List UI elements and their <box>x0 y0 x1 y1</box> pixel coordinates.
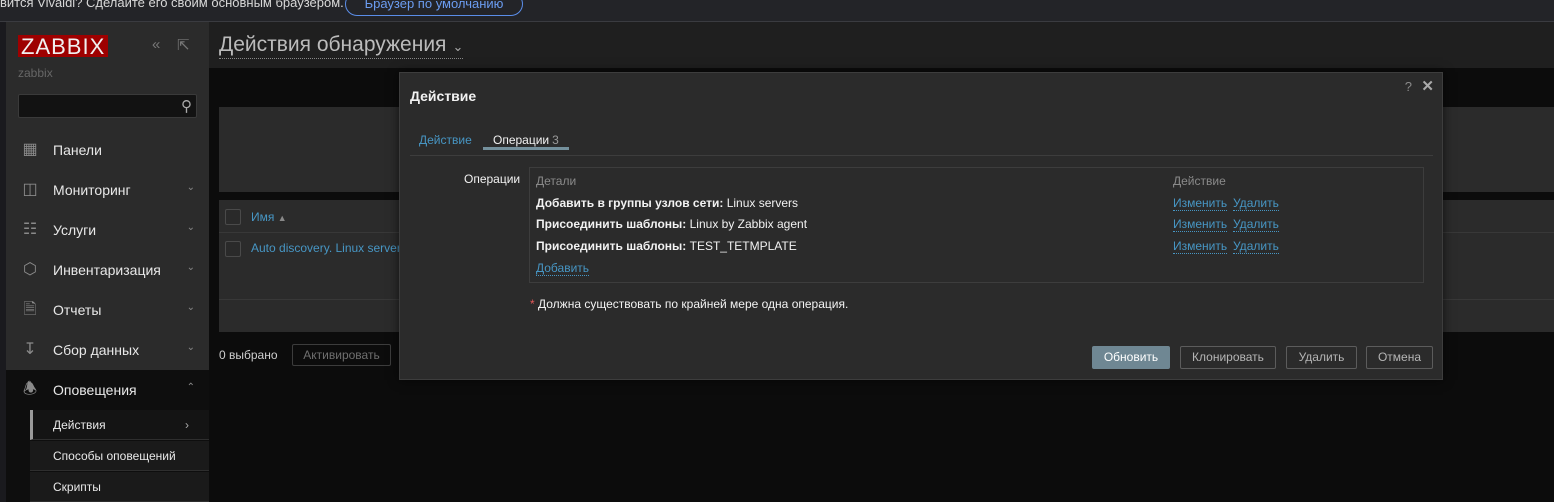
operations-label: Операции <box>464 172 521 186</box>
remove-operation-link[interactable]: Удалить <box>1233 240 1279 254</box>
chevron-up-icon: ⌃ <box>186 382 195 393</box>
sidebar-subitem-scripts[interactable]: Скрипты <box>30 472 209 502</box>
operation-type: Присоединить шаблоны: <box>536 239 687 253</box>
column-header-name[interactable]: Имя ▲ <box>251 210 287 224</box>
action-dialog: Действие ? ✕ Действие Операции 3 Операции… <box>399 72 1443 380</box>
edit-operation-link[interactable]: Изменить <box>1173 240 1228 254</box>
page-title[interactable]: Действия обнаружения ⌄ <box>219 33 464 59</box>
operation-row: Присоединить шаблоны: TEST_TETMPLATE <box>536 239 797 253</box>
zabbix-logo[interactable]: ZABBIX <box>18 35 109 58</box>
sidebar-subitem-label: Способы оповещений <box>53 449 176 463</box>
monitoring-icon: ◫ <box>22 181 38 198</box>
sidebar-item-services[interactable]: ☷ Услуги ⌄ <box>6 210 209 250</box>
operation-value: Linux servers <box>723 196 799 210</box>
update-button[interactable]: Обновить <box>1092 346 1170 369</box>
row-checkbox[interactable] <box>225 241 241 257</box>
action-name-link[interactable]: Auto discovery. Linux servers. <box>251 241 410 255</box>
dashboard-icon: ▦ <box>22 141 38 158</box>
services-icon: ☷ <box>22 221 38 238</box>
tab-action[interactable]: Действие <box>419 133 472 147</box>
chevron-down-icon: ⌄ <box>452 39 464 54</box>
chevron-down-icon: ⌄ <box>186 262 195 273</box>
sidebar-item-data-collection[interactable]: ↧ Сбор данных ⌄ <box>6 330 209 370</box>
tab-operations[interactable]: Операции 3 <box>483 127 569 150</box>
help-icon[interactable]: ? <box>1405 79 1412 94</box>
inventory-icon: ⬡ <box>23 261 37 278</box>
sidebar-item-label: Мониторинг <box>53 182 131 198</box>
chevron-down-icon: ⌄ <box>186 342 195 353</box>
sidebar-item-label: Сбор данных <box>53 342 140 358</box>
sidebar-subitem-label: Скрипты <box>53 480 101 494</box>
operation-value: Linux by Zabbix agent <box>686 217 808 231</box>
sidebar-item-label: Оповещения <box>53 382 137 398</box>
chevron-down-icon: ⌄ <box>186 222 195 233</box>
chevron-down-icon: ⌄ <box>186 182 195 193</box>
operation-row: Присоединить шаблоны: Linux by Zabbix ag… <box>536 217 807 231</box>
selected-count: 0 выбрано <box>219 348 278 362</box>
sidebar-subitem-label: Действия <box>53 418 106 432</box>
data-collection-icon: ↧ <box>23 341 37 358</box>
dialog-tabs: Действие Операции 3 <box>410 127 1433 156</box>
remove-operation-link[interactable]: Удалить <box>1233 218 1279 232</box>
sidebar-subitem-media-types[interactable]: Способы оповещений <box>30 441 209 471</box>
dialog-title: Действие <box>410 88 477 104</box>
clone-button[interactable]: Клонировать <box>1180 346 1276 369</box>
browser-notification-bar: вится Vivaldi? Сделайте его своим основн… <box>0 0 1554 22</box>
sidebar: ZABBIX « ⇱ zabbix ⚲ ▦ Панели ◫ Мониторинг ⌄… <box>6 22 209 502</box>
sidebar-item-dashboards[interactable]: ▦ Панели <box>6 130 209 170</box>
tab-label: Операции <box>493 133 550 147</box>
operation-row: Добавить в группы узлов сети: Linux serv… <box>536 196 798 210</box>
operation-value: TEST_TETMPLATE <box>686 239 797 253</box>
close-icon[interactable]: ✕ <box>1421 77 1434 95</box>
notification-message: вится Vivaldi? Сделайте его своим основн… <box>0 0 344 10</box>
activate-button[interactable]: Активировать <box>292 344 391 366</box>
operation-type: Присоединить шаблоны: <box>536 217 687 231</box>
select-all-checkbox[interactable] <box>225 209 241 225</box>
column-header-details: Детали <box>536 174 577 188</box>
note-text: Должна существовать по крайней мере одна… <box>534 297 849 311</box>
operations-required-note: * Должна существовать по крайней мере од… <box>530 297 848 311</box>
sidebar-item-label: Услуги <box>53 222 97 238</box>
search-input[interactable]: ⚲ <box>18 94 197 118</box>
sidebar-item-reports[interactable]: 🗎 Отчеты ⌄ <box>6 290 209 330</box>
sidebar-item-inventory[interactable]: ⬡ Инвентаризация ⌄ <box>6 250 209 290</box>
search-icon[interactable]: ⚲ <box>181 97 192 115</box>
column-header-action: Действие <box>1173 174 1226 188</box>
chevron-down-icon: ⌄ <box>186 302 195 313</box>
reports-icon: 🗎 <box>23 301 37 318</box>
sidebar-item-alerts[interactable]: 🕭 Оповещения ⌃ <box>6 370 209 410</box>
operations-table: Детали Действие Добавить в группы узлов … <box>529 167 1424 283</box>
page-header: Действия обнаружения ⌄ <box>209 22 1554 68</box>
sort-asc-icon: ▲ <box>277 213 287 223</box>
column-header-label: Имя <box>251 210 275 224</box>
chevron-right-icon: › <box>185 418 189 432</box>
bell-icon: 🕭 <box>22 381 38 398</box>
cancel-button[interactable]: Отмена <box>1366 346 1433 369</box>
delete-button[interactable]: Удалить <box>1286 346 1357 369</box>
edit-operation-link[interactable]: Изменить <box>1173 197 1228 211</box>
collapse-sidebar-icon[interactable]: « <box>152 36 160 53</box>
server-name: zabbix <box>18 66 53 80</box>
sidebar-item-label: Отчеты <box>53 302 102 318</box>
sidebar-item-label: Панели <box>53 142 102 158</box>
remove-operation-link[interactable]: Удалить <box>1233 197 1279 211</box>
sidebar-item-monitoring[interactable]: ◫ Мониторинг ⌄ <box>6 170 209 210</box>
kiosk-mode-icon[interactable]: ⇱ <box>177 36 190 54</box>
tab-count-badge: 3 <box>552 133 559 147</box>
add-operation-link[interactable]: Добавить <box>536 262 590 276</box>
operation-type: Добавить в группы узлов сети: <box>536 196 724 210</box>
sidebar-item-label: Инвентаризация <box>53 262 161 278</box>
edit-operation-link[interactable]: Изменить <box>1173 218 1228 232</box>
sidebar-subitem-actions[interactable]: Действия › <box>30 410 209 440</box>
default-browser-button[interactable]: Браузер по умолчанию <box>345 0 523 16</box>
page-title-text: Действия обнаружения <box>219 33 447 56</box>
